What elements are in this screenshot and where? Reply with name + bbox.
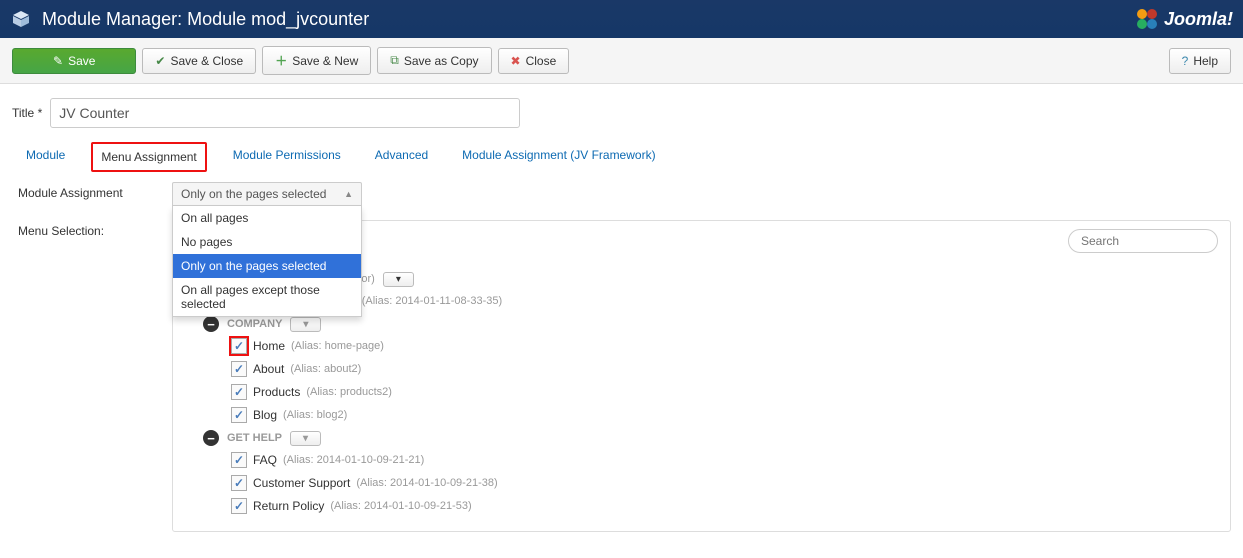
save-button[interactable]: ✎ Save bbox=[12, 48, 136, 74]
tab-module-permissions[interactable]: Module Permissions bbox=[225, 142, 349, 172]
save-button-label: Save bbox=[68, 54, 95, 68]
assignment-option-all[interactable]: On all pages bbox=[173, 206, 361, 230]
save-new-label: Save & New bbox=[292, 54, 358, 68]
save-close-button[interactable]: ✔ Save & Close bbox=[142, 48, 256, 74]
group-dropdown-color[interactable]: ▾ bbox=[383, 272, 414, 287]
checkbox[interactable] bbox=[231, 384, 247, 400]
item-label[interactable]: Home bbox=[253, 339, 285, 353]
checkbox[interactable] bbox=[231, 361, 247, 377]
tabs: Module Menu Assignment Module Permission… bbox=[12, 142, 1231, 182]
joomla-logo-text: Joomla! bbox=[1164, 9, 1233, 30]
collapse-icon[interactable]: − bbox=[203, 316, 219, 332]
checkbox[interactable] bbox=[231, 452, 247, 468]
plus-icon: ＋ bbox=[275, 52, 287, 69]
tree-group-color: − Color (Alias: color) ▾ Module colors bbox=[229, 271, 1220, 309]
item-alias: (Alias: 2014-01-11-08-33-35) bbox=[362, 295, 502, 307]
help-label: Help bbox=[1193, 54, 1218, 68]
tree-item: FAQ (Alias: 2014-01-10-09-21-21) bbox=[231, 452, 1220, 468]
check-icon: ✎ bbox=[53, 54, 63, 68]
page-title: Module Manager: Module mod_jvcounter bbox=[42, 9, 369, 30]
item-alias: (Alias: 2014-01-10-09-21-21) bbox=[283, 454, 424, 466]
item-alias: (Alias: products2) bbox=[306, 386, 392, 398]
title-input[interactable] bbox=[50, 98, 520, 128]
group-label-gethelp: GET HELP bbox=[227, 432, 282, 444]
save-new-button[interactable]: ＋ Save & New bbox=[262, 46, 371, 75]
assignment-dropdown-list: On all pages No pages Only on the pages … bbox=[172, 206, 362, 317]
tree-item: Return Policy (Alias: 2014-01-10-09-21-5… bbox=[231, 498, 1220, 514]
group-dropdown-company[interactable]: ▾ bbox=[290, 317, 321, 332]
tree-item: Customer Support (Alias: 2014-01-10-09-2… bbox=[231, 475, 1220, 491]
title-row: Title * bbox=[12, 98, 1231, 128]
module-icon bbox=[10, 8, 32, 30]
menu-selection-label: Menu Selection: bbox=[12, 220, 172, 238]
copy-icon: ⧉ bbox=[390, 53, 399, 68]
checkbox[interactable] bbox=[231, 338, 247, 354]
item-alias: (Alias: blog2) bbox=[283, 409, 347, 421]
tree-item: Products (Alias: products2) bbox=[231, 384, 1220, 400]
module-assignment-label: Module Assignment bbox=[12, 182, 172, 200]
save-copy-label: Save as Copy bbox=[404, 54, 479, 68]
assignment-option-except[interactable]: On all pages except those selected bbox=[173, 278, 361, 316]
tree-item: About (Alias: about2) bbox=[231, 361, 1220, 377]
app-header: Module Manager: Module mod_jvcounter Joo… bbox=[0, 0, 1243, 38]
group-dropdown-gethelp[interactable]: ▾ bbox=[290, 431, 321, 446]
tab-jv-framework[interactable]: Module Assignment (JV Framework) bbox=[454, 142, 663, 172]
tab-advanced[interactable]: Advanced bbox=[367, 142, 436, 172]
chevron-up-icon: ▲ bbox=[344, 189, 353, 199]
row-module-assignment: Module Assignment Only on the pages sele… bbox=[12, 182, 1231, 206]
item-alias: (Alias: about2) bbox=[290, 363, 361, 375]
search-box bbox=[1068, 229, 1218, 253]
tab-menu-assignment[interactable]: Menu Assignment bbox=[91, 142, 206, 172]
item-label[interactable]: Products bbox=[253, 385, 300, 399]
item-alias: (Alias: home-page) bbox=[291, 340, 384, 352]
close-button[interactable]: ✖ Close bbox=[498, 48, 570, 74]
title-label: Title * bbox=[12, 106, 42, 120]
tree-group-company: − COMPANY ▾ Home (Alias: home-page) bbox=[203, 316, 1220, 423]
form-area: Title * Module Menu Assignment Module Pe… bbox=[0, 84, 1243, 558]
item-label[interactable]: Return Policy bbox=[253, 499, 324, 513]
assignment-dropdown-button[interactable]: Only on the pages selected ▲ bbox=[172, 182, 362, 206]
help-button[interactable]: ? Help bbox=[1169, 48, 1231, 74]
checkbox[interactable] bbox=[231, 498, 247, 514]
checkbox[interactable] bbox=[231, 407, 247, 423]
tree-item: Home (Alias: home-page) bbox=[231, 338, 1220, 354]
tree-item: Blog (Alias: blog2) bbox=[231, 407, 1220, 423]
item-label[interactable]: About bbox=[253, 362, 284, 376]
assignment-dropdown[interactable]: Only on the pages selected ▲ On all page… bbox=[172, 182, 362, 206]
tree-group-gethelp: − GET HELP ▾ FAQ (Alias: 2014-01-10-09-2… bbox=[203, 430, 1220, 514]
close-icon: ✖ bbox=[511, 54, 521, 68]
item-label[interactable]: Customer Support bbox=[253, 476, 350, 490]
tab-content: Module Assignment Only on the pages sele… bbox=[12, 182, 1231, 558]
joomla-logo: Joomla! bbox=[1134, 6, 1233, 32]
item-label[interactable]: Blog bbox=[253, 408, 277, 422]
collapse-icon[interactable]: − bbox=[203, 430, 219, 446]
assignment-dropdown-value: Only on the pages selected bbox=[181, 187, 326, 201]
item-alias: (Alias: 2014-01-10-09-21-38) bbox=[356, 477, 497, 489]
save-close-label: Save & Close bbox=[170, 54, 243, 68]
item-label[interactable]: FAQ bbox=[253, 453, 277, 467]
save-copy-button[interactable]: ⧉ Save as Copy bbox=[377, 47, 491, 74]
assignment-option-only[interactable]: Only on the pages selected bbox=[173, 254, 361, 278]
check-icon: ✔ bbox=[155, 54, 165, 68]
toolbar: ✎ Save ✔ Save & Close ＋ Save & New ⧉ Save as… bbox=[0, 38, 1243, 84]
checkbox[interactable] bbox=[231, 475, 247, 491]
tree-item: Module colors (Alias: 2014-01-11-08-33-3… bbox=[259, 293, 1220, 309]
search-input[interactable] bbox=[1068, 229, 1218, 253]
close-label: Close bbox=[526, 54, 557, 68]
help-icon: ? bbox=[1182, 54, 1189, 68]
assignment-option-none[interactable]: No pages bbox=[173, 230, 361, 254]
tab-module[interactable]: Module bbox=[18, 142, 73, 172]
joomla-mark-icon bbox=[1134, 6, 1160, 32]
group-label-company: COMPANY bbox=[227, 318, 282, 330]
item-alias: (Alias: 2014-01-10-09-21-53) bbox=[330, 500, 471, 512]
